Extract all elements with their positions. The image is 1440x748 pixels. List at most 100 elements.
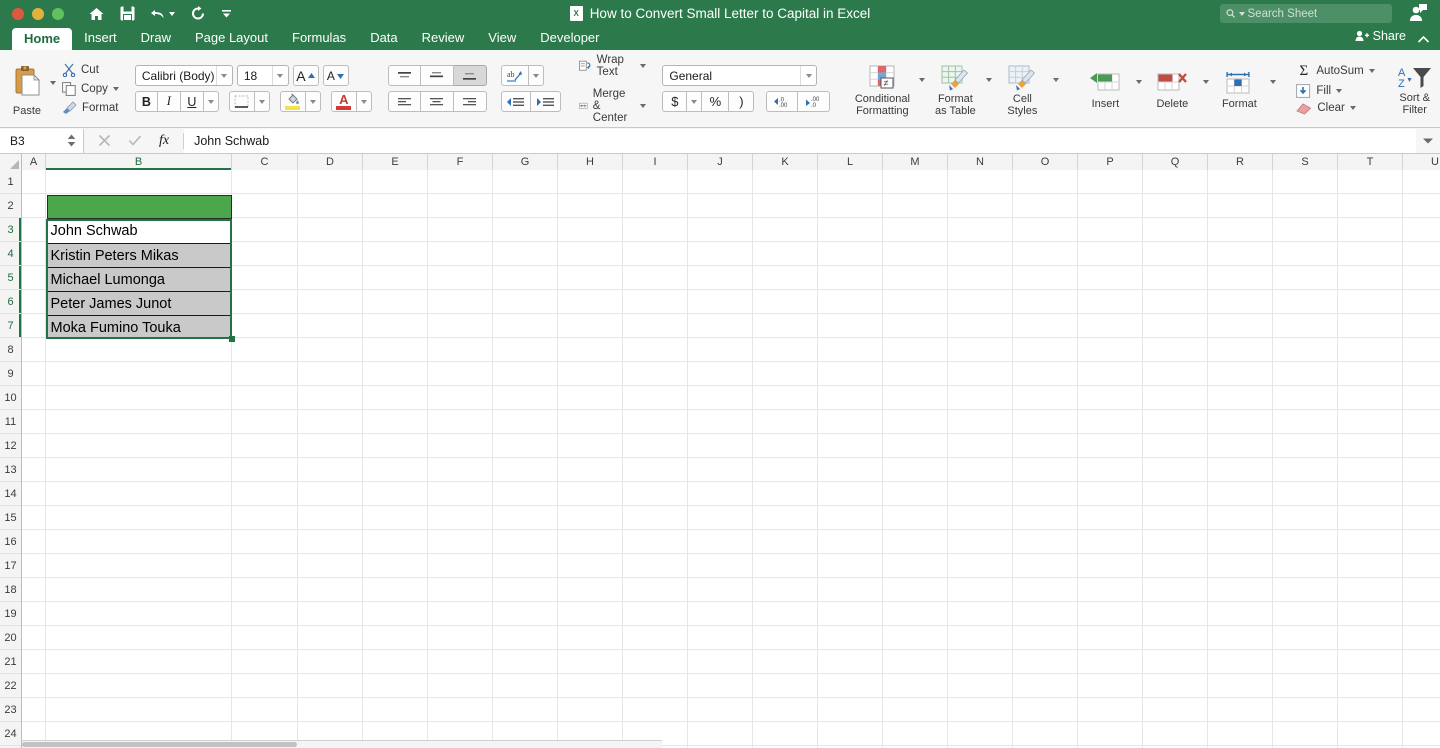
grid-cell-Q1[interactable] <box>1143 170 1208 194</box>
grid-cell-A1[interactable] <box>22 170 46 194</box>
grid-cell-C17[interactable] <box>232 554 298 578</box>
cell-b4[interactable]: Kristin Peters Mikas <box>46 243 232 267</box>
grid-cell-G9[interactable] <box>493 362 558 386</box>
copy-button[interactable]: Copy <box>62 81 119 96</box>
grid-cell-M11[interactable] <box>883 410 948 434</box>
grid-cell-T5[interactable] <box>1338 266 1403 290</box>
grid-cell-D1[interactable] <box>298 170 363 194</box>
paste-button[interactable]: Paste <box>6 60 48 117</box>
borders-button[interactable] <box>228 91 255 112</box>
grid-cell-C19[interactable] <box>232 602 298 626</box>
grid-cell-M19[interactable] <box>883 602 948 626</box>
grid-cell-H2[interactable] <box>558 194 623 218</box>
format-as-table-button[interactable]: Format as Table <box>925 61 985 117</box>
row-header-18[interactable]: 18 <box>0 578 21 602</box>
grid-cell-L11[interactable] <box>818 410 883 434</box>
grid-cell-O2[interactable] <box>1013 194 1078 218</box>
tab-view[interactable]: View <box>476 27 528 50</box>
copy-chevron-icon[interactable] <box>112 86 119 91</box>
grid-cell-I21[interactable] <box>623 650 688 674</box>
grid-cell-K20[interactable] <box>753 626 818 650</box>
grid-cell-T1[interactable] <box>1338 170 1403 194</box>
grid-cell-P17[interactable] <box>1078 554 1143 578</box>
grid-cell-N23[interactable] <box>948 698 1013 722</box>
grid-cell-D13[interactable] <box>298 458 363 482</box>
grid-cell-Q14[interactable] <box>1143 482 1208 506</box>
grid-cell-P15[interactable] <box>1078 506 1143 530</box>
grid-cell-C5[interactable] <box>232 266 298 290</box>
align-left-button[interactable] <box>387 91 421 112</box>
grid-cell-A11[interactable] <box>22 410 46 434</box>
insert-cells-button[interactable]: Insert <box>1075 68 1135 110</box>
grid-cell-R7[interactable] <box>1208 314 1273 338</box>
grid-cell-Q23[interactable] <box>1143 698 1208 722</box>
grid-cell-T8[interactable] <box>1338 338 1403 362</box>
grid-cell-F2[interactable] <box>428 194 493 218</box>
grid-cell-B8[interactable] <box>46 338 232 362</box>
grid-cell-T6[interactable] <box>1338 290 1403 314</box>
tab-draw[interactable]: Draw <box>129 27 183 50</box>
grid-cell-J4[interactable] <box>688 242 753 266</box>
search-options-chevron-icon[interactable] <box>1238 11 1245 16</box>
grid-row[interactable] <box>22 506 1440 530</box>
cell-styles-chevron-icon[interactable] <box>1053 77 1060 82</box>
grid-cell-T4[interactable] <box>1338 242 1403 266</box>
grid-cell-I22[interactable] <box>623 674 688 698</box>
increase-font-size-button[interactable]: A <box>292 65 319 86</box>
grid-cell-J1[interactable] <box>688 170 753 194</box>
grid-cell-C6[interactable] <box>232 290 298 314</box>
grid-cell-R16[interactable] <box>1208 530 1273 554</box>
decrease-indent-button[interactable] <box>500 91 531 112</box>
row-header-7[interactable]: 7 <box>0 314 21 338</box>
grid-cell-L3[interactable] <box>818 218 883 242</box>
column-header-m[interactable]: M <box>883 154 948 170</box>
grid-cell-Q8[interactable] <box>1143 338 1208 362</box>
grid-cell-N13[interactable] <box>948 458 1013 482</box>
grid-cell-U8[interactable] <box>1403 338 1440 362</box>
formula-input[interactable] <box>184 128 1416 153</box>
grid-cell-G2[interactable] <box>493 194 558 218</box>
grid-cell-P20[interactable] <box>1078 626 1143 650</box>
grid-cell-C20[interactable] <box>232 626 298 650</box>
grid-cell-H17[interactable] <box>558 554 623 578</box>
grid-cell-Q22[interactable] <box>1143 674 1208 698</box>
grid-cell-A12[interactable] <box>22 434 46 458</box>
grid-cell-T23[interactable] <box>1338 698 1403 722</box>
grid-cell-F14[interactable] <box>428 482 493 506</box>
clear-chevron-icon[interactable] <box>1349 106 1356 110</box>
grid-cell-R22[interactable] <box>1208 674 1273 698</box>
grid-cell-L23[interactable] <box>818 698 883 722</box>
grid-cell-P24[interactable] <box>1078 722 1143 746</box>
grid-cell-T16[interactable] <box>1338 530 1403 554</box>
grid-cell-E12[interactable] <box>363 434 428 458</box>
grid-cell-Q9[interactable] <box>1143 362 1208 386</box>
grid-cell-F21[interactable] <box>428 650 493 674</box>
column-header-p[interactable]: P <box>1078 154 1143 170</box>
grid-cell-K22[interactable] <box>753 674 818 698</box>
tab-review[interactable]: Review <box>410 27 477 50</box>
grid-cell-A9[interactable] <box>22 362 46 386</box>
grid-cell-S12[interactable] <box>1273 434 1338 458</box>
grid-cell-O20[interactable] <box>1013 626 1078 650</box>
align-center-button[interactable] <box>420 91 454 112</box>
grid-cell-Q20[interactable] <box>1143 626 1208 650</box>
grid-cell-L8[interactable] <box>818 338 883 362</box>
grid-cell-K21[interactable] <box>753 650 818 674</box>
increase-indent-button[interactable] <box>530 91 561 112</box>
grid-cell-A20[interactable] <box>22 626 46 650</box>
grid-row[interactable] <box>22 218 1440 242</box>
grid-cell-G12[interactable] <box>493 434 558 458</box>
grid-cell-Q18[interactable] <box>1143 578 1208 602</box>
grid-cell-E19[interactable] <box>363 602 428 626</box>
grid-row[interactable] <box>22 458 1440 482</box>
grid-cell-N20[interactable] <box>948 626 1013 650</box>
grid-cell-C23[interactable] <box>232 698 298 722</box>
grid-cell-O6[interactable] <box>1013 290 1078 314</box>
grid-cell-M9[interactable] <box>883 362 948 386</box>
grid-cell-I17[interactable] <box>623 554 688 578</box>
grid-cell-B19[interactable] <box>46 602 232 626</box>
grid-cell-G14[interactable] <box>493 482 558 506</box>
row-header-11[interactable]: 11 <box>0 410 21 434</box>
grid-cell-B18[interactable] <box>46 578 232 602</box>
grid-cell-B22[interactable] <box>46 674 232 698</box>
